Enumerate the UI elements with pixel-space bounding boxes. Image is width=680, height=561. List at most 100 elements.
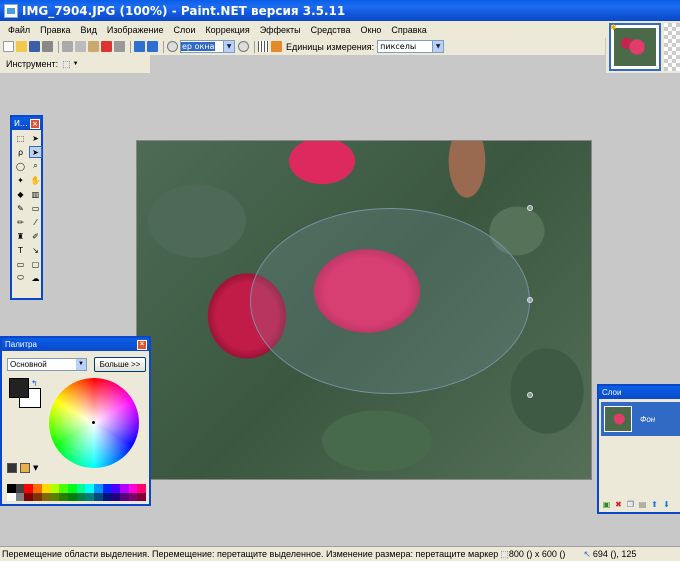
color-swatch[interactable] [67, 492, 77, 501]
color-swatch[interactable] [85, 484, 94, 493]
color-swatch[interactable] [33, 484, 42, 493]
close-icon[interactable]: × [30, 118, 40, 129]
color-swatch[interactable] [15, 492, 25, 501]
chevron-down-icon[interactable]: ▼ [433, 40, 445, 53]
color-swatch[interactable] [41, 492, 51, 501]
zoom-combobox[interactable]: ер окна [180, 40, 224, 53]
chevron-down-icon[interactable]: ▼ [224, 40, 235, 53]
menu-edit[interactable]: Правка [35, 25, 75, 35]
selection-handle[interactable] [527, 297, 533, 303]
menu-effects[interactable]: Эффекты [255, 25, 306, 35]
grid-icon[interactable] [258, 41, 269, 52]
redo-icon[interactable] [147, 41, 158, 52]
ellipse-icon[interactable]: ⬭ [14, 272, 27, 284]
color-picker-icon[interactable]: ⁄ [29, 216, 42, 228]
color-swatch[interactable] [128, 492, 138, 501]
merge-layer-icon[interactable]: ▤ [638, 500, 647, 509]
color-swatch[interactable] [7, 484, 16, 493]
move-layer-down-icon[interactable]: ⬇ [662, 500, 671, 509]
add-layer-icon[interactable]: ▣ [602, 500, 611, 509]
color-swatch[interactable] [76, 492, 86, 501]
ellipse-select-icon[interactable]: ◯ [14, 160, 27, 172]
color-swatch[interactable] [67, 484, 77, 493]
magic-wand-icon[interactable]: ✦ [14, 174, 27, 186]
close-icon[interactable]: × [137, 339, 147, 350]
color-swatch[interactable] [128, 484, 138, 493]
chevron-down-icon[interactable]: ▼ [33, 464, 38, 472]
color-swatch[interactable] [24, 484, 34, 493]
palette-window-caption[interactable]: Палитра × [2, 338, 149, 351]
chevron-down-icon[interactable]: ▼ [73, 61, 79, 67]
chevron-down-icon[interactable]: ▼ [76, 359, 86, 370]
palette-menu-icon[interactable] [20, 463, 30, 473]
color-swatch[interactable] [50, 492, 60, 501]
freeform-shape-icon[interactable]: ☁ [29, 272, 42, 284]
crop-icon[interactable] [101, 41, 112, 52]
rectangle-icon[interactable]: ▭ [14, 258, 27, 270]
selection-handle[interactable] [527, 205, 533, 211]
more-button[interactable]: Больше >> [94, 357, 146, 372]
color-mode-select[interactable]: Основной ▼ [7, 358, 87, 371]
eraser-icon[interactable]: ▭ [29, 202, 42, 214]
deselect-icon[interactable] [114, 41, 125, 52]
clone-stamp-icon[interactable]: ♜ [14, 230, 27, 242]
color-swatch[interactable] [111, 484, 120, 493]
units-combobox[interactable]: пикселы [377, 40, 434, 53]
color-swatch[interactable] [119, 492, 129, 501]
color-swatch[interactable] [137, 492, 146, 501]
open-folder-icon[interactable] [16, 41, 27, 52]
color-wheel[interactable] [49, 378, 139, 468]
color-swatch[interactable] [102, 492, 112, 501]
menu-view[interactable]: Вид [76, 25, 102, 35]
rectangle-select-icon[interactable]: ⬚ [14, 132, 27, 144]
rounded-rectangle-icon[interactable]: ▢ [29, 258, 42, 270]
zoom-out-icon[interactable] [167, 41, 178, 52]
color-swatch[interactable] [59, 484, 68, 493]
delete-layer-icon[interactable]: ✖ [614, 500, 623, 509]
pan-icon[interactable]: ✋ [29, 174, 42, 186]
ruler-icon[interactable] [271, 41, 282, 52]
paint-bucket-icon[interactable]: ◆ [14, 188, 27, 200]
zoom-in-icon[interactable] [238, 41, 249, 52]
move-selection-icon[interactable]: ➤ [29, 146, 42, 158]
layers-window-caption[interactable]: Слои [599, 386, 680, 399]
color-swatch[interactable] [119, 484, 129, 493]
color-swatch[interactable] [33, 492, 42, 501]
selection-handle[interactable] [527, 392, 533, 398]
color-swatch[interactable] [7, 492, 16, 501]
line-curve-icon[interactable]: ↘ [29, 244, 42, 256]
save-icon[interactable] [29, 41, 40, 52]
default-colors-icon[interactable] [7, 463, 17, 473]
copy-icon[interactable] [75, 41, 86, 52]
color-swatch[interactable] [137, 484, 146, 493]
menu-image[interactable]: Изображение [102, 25, 169, 35]
move-layer-up-icon[interactable]: ⬆ [650, 500, 659, 509]
menu-layers[interactable]: Слои [169, 25, 201, 35]
zoom-icon[interactable]: ⌕ [29, 160, 42, 172]
color-swatch[interactable] [85, 492, 94, 501]
ellipse-selection[interactable] [250, 208, 530, 394]
paste-icon[interactable] [88, 41, 99, 52]
primary-color-swatch[interactable] [9, 378, 29, 398]
paintbrush-icon[interactable]: ✎ [14, 202, 27, 214]
cut-icon[interactable] [62, 41, 73, 52]
menu-window[interactable]: Окно [356, 25, 387, 35]
menu-help[interactable]: Справка [386, 25, 431, 35]
color-swatch[interactable] [24, 492, 34, 501]
pencil-icon[interactable]: ✏ [14, 216, 27, 228]
menu-file[interactable]: Файл [3, 25, 35, 35]
text-icon[interactable]: T [14, 244, 27, 256]
color-swatch[interactable] [15, 484, 25, 493]
color-swatch[interactable] [111, 492, 120, 501]
tools-window-caption[interactable]: И... × [12, 117, 41, 130]
duplicate-layer-icon[interactable]: ❐ [626, 500, 635, 509]
color-swatch[interactable] [59, 492, 68, 501]
color-swatch[interactable] [93, 492, 103, 501]
color-swatch[interactable] [76, 484, 86, 493]
color-swatch[interactable] [102, 484, 112, 493]
color-swatch[interactable] [93, 484, 103, 493]
image-thumbnail-secondary[interactable] [664, 23, 680, 71]
menu-adjustments[interactable]: Коррекция [200, 25, 254, 35]
color-swatch[interactable] [50, 484, 60, 493]
swap-colors-icon[interactable]: ↰ [31, 379, 38, 388]
